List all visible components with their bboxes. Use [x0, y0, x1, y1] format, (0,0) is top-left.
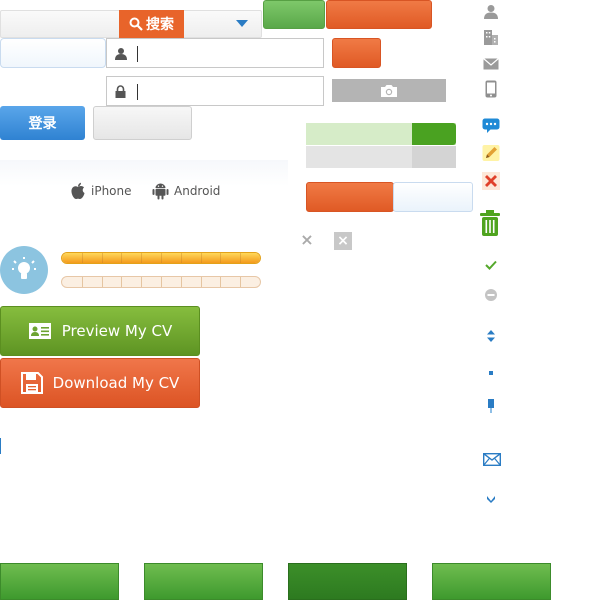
sort-icon[interactable]	[482, 327, 500, 345]
platform-link-iphone[interactable]: iPhone	[70, 182, 132, 200]
rating-segment-divider	[81, 253, 83, 263]
rating-segment-divider	[121, 277, 123, 287]
platform-strip	[0, 160, 288, 186]
upload-photo-button[interactable]	[332, 79, 446, 102]
delete-icon[interactable]	[482, 172, 500, 190]
green-button-normal[interactable]	[0, 563, 119, 600]
green-button[interactable]	[263, 0, 325, 29]
chevron-small-icon	[482, 490, 500, 508]
divider	[0, 438, 1, 454]
rating-segment-divider	[81, 277, 83, 287]
preview-cv-button[interactable]: Preview My CV	[0, 306, 200, 356]
dot-icon	[482, 364, 500, 382]
rating-segment-divider	[161, 253, 162, 263]
rating-bar-empty	[61, 276, 261, 288]
login-button-label: 登录	[28, 116, 57, 132]
close-box-icon[interactable]: ×	[334, 232, 352, 250]
camera-icon	[381, 84, 397, 97]
rating-segment-divider	[141, 277, 143, 287]
small-pin-icon	[482, 397, 500, 415]
login-button[interactable]: 登录	[0, 106, 85, 140]
progress-bar-green	[306, 123, 456, 145]
light-button[interactable]	[393, 182, 473, 212]
building-icon	[482, 28, 500, 46]
rating-segment-divider	[240, 277, 242, 287]
rating-segment-divider	[101, 277, 103, 287]
mail-icon	[482, 55, 500, 73]
check-icon	[482, 256, 500, 274]
green-button-hover[interactable]	[144, 563, 263, 600]
user-icon	[115, 48, 127, 60]
download-cv-label: Download My CV	[52, 374, 180, 392]
gray-button[interactable]	[93, 106, 192, 140]
rating-segment-divider	[220, 277, 222, 287]
chat-icon[interactable]	[482, 117, 500, 135]
user-icon	[482, 2, 500, 20]
rating-bar-filled	[61, 252, 261, 264]
rating-segment-divider	[141, 253, 143, 263]
text-caret	[137, 84, 138, 100]
rating-segment-divider	[161, 277, 162, 287]
rating-segment-divider	[240, 253, 242, 263]
orange-large-button[interactable]	[306, 182, 394, 212]
android-icon	[152, 183, 169, 200]
rating-segment-divider	[200, 253, 202, 263]
minus-icon[interactable]	[482, 286, 500, 304]
preview-cv-label: Preview My CV	[61, 322, 173, 340]
progress-segment	[412, 146, 456, 168]
platform-label: Android	[174, 184, 221, 198]
password-field[interactable]	[106, 76, 324, 106]
close-icon[interactable]: ×	[300, 232, 314, 248]
platform-link-android[interactable]: Android	[152, 182, 220, 200]
text-caret	[137, 46, 138, 62]
green-button-pressed[interactable]	[288, 563, 407, 600]
search-button-label: 搜索	[146, 17, 174, 33]
text-input[interactable]	[0, 38, 106, 68]
platform-label: iPhone	[91, 184, 132, 198]
id-card-icon	[28, 323, 51, 339]
search-button[interactable]: 搜索	[119, 10, 184, 38]
username-field[interactable]	[106, 38, 324, 68]
rating-segment-divider	[200, 277, 202, 287]
orange-button[interactable]	[326, 0, 432, 29]
orange-small-button[interactable]	[332, 38, 381, 68]
progress-bar-gray	[306, 146, 456, 168]
rating-segment-divider	[180, 277, 182, 287]
chevron-down-icon[interactable]	[236, 20, 248, 27]
floppy-disk-icon	[20, 372, 43, 394]
envelope-outline-icon[interactable]	[482, 450, 502, 468]
rating-segment-divider	[180, 253, 182, 263]
apple-icon	[71, 182, 85, 200]
search-icon	[129, 17, 143, 31]
rating-segment-divider	[121, 253, 123, 263]
download-cv-button[interactable]: Download My CV	[0, 358, 200, 408]
rating-segment-divider	[220, 253, 222, 263]
rating-segment-divider	[101, 253, 103, 263]
green-button-default[interactable]	[432, 563, 551, 600]
trash-icon[interactable]	[479, 209, 501, 237]
pencil-icon[interactable]	[482, 144, 500, 162]
progress-fill	[412, 123, 456, 145]
lock-icon	[115, 85, 126, 98]
phone-icon	[482, 80, 500, 98]
lightbulb-icon	[0, 246, 48, 294]
